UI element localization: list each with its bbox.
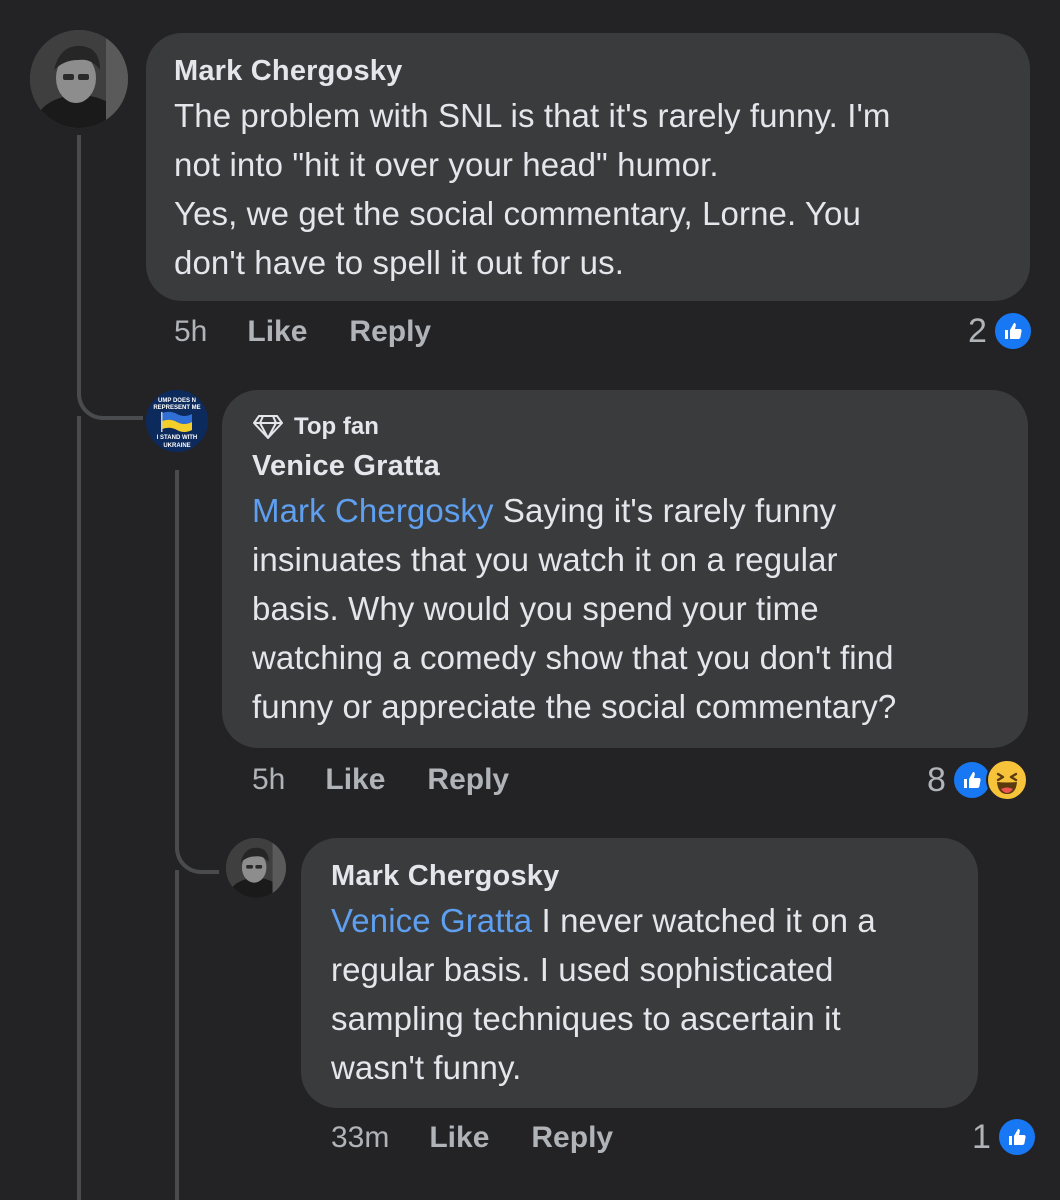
thread-connector: [77, 370, 143, 420]
comment-line: I never watched it on a: [541, 902, 876, 939]
comment-line: don't have to spell it out for us.: [174, 244, 624, 281]
comment-author[interactable]: Mark Chergosky: [174, 53, 1002, 89]
comment-text: Venice Gratta I never watched it on a re…: [331, 896, 948, 1092]
top-fan-label: Top fan: [294, 413, 379, 440]
comment-bubble: Mark Chergosky The problem with SNL is t…: [146, 33, 1030, 301]
comment-line: watching a comedy show that you don't fi…: [252, 639, 894, 676]
svg-text:UMP DOES N: UMP DOES N: [158, 398, 196, 404]
comment-line: sampling techniques to ascertain it: [331, 1000, 841, 1037]
profile-photo: [226, 838, 286, 898]
reaction-count: 2: [968, 311, 987, 350]
comment-timestamp[interactable]: 33m: [331, 1121, 389, 1155]
comment-text: Mark Chergosky Saying it's rarely funny …: [252, 486, 998, 731]
avatar[interactable]: [226, 838, 286, 898]
laughing-face-icon: [985, 759, 1028, 801]
reaction-count: 1: [972, 1117, 991, 1156]
comment-line: funny or appreciate the social commentar…: [252, 688, 897, 725]
comment-bubble: Top fan Venice Gratta Mark Chergosky Say…: [222, 390, 1028, 748]
reply-button[interactable]: Reply: [531, 1121, 613, 1155]
thread-line: [175, 870, 179, 1200]
comment-line: Saying it's rarely funny: [502, 492, 837, 529]
like-button[interactable]: Like: [325, 763, 385, 797]
svg-text:REPRESENT ME: REPRESENT ME: [153, 405, 200, 411]
thread-connector: [175, 836, 219, 874]
reply-button[interactable]: Reply: [349, 315, 431, 349]
reaction-summary[interactable]: 1: [972, 1117, 1037, 1157]
comment-actions: 5h Like Reply: [252, 763, 551, 797]
comment-line: Yes, we get the social commentary, Lorne…: [174, 195, 861, 232]
svg-text:I STAND WITH: I STAND WITH: [157, 435, 198, 441]
thread-line: [175, 470, 179, 850]
comment-timestamp[interactable]: 5h: [174, 315, 207, 349]
comment-line: insinuates that you watch it on a regula…: [252, 541, 838, 578]
comment-author[interactable]: Mark Chergosky: [331, 858, 948, 894]
like-button[interactable]: Like: [247, 315, 307, 349]
comment-line: wasn't funny.: [331, 1049, 522, 1086]
thread-line: [77, 135, 81, 375]
comment-line: regular basis. I used sophisticated: [331, 951, 834, 988]
like-button[interactable]: Like: [429, 1121, 489, 1155]
reaction-count: 8: [927, 760, 946, 799]
mention-link[interactable]: Mark Chergosky: [252, 492, 494, 529]
comment-timestamp[interactable]: 5h: [252, 763, 285, 797]
comment-actions: 5h Like Reply: [174, 315, 473, 349]
profile-photo: [30, 30, 128, 128]
avatar[interactable]: [30, 30, 128, 128]
comment-author[interactable]: Venice Gratta: [252, 448, 998, 484]
top-fan-badge: Top fan: [252, 412, 998, 442]
thumbs-up-icon: [996, 1117, 1037, 1157]
svg-text:UKRAINE: UKRAINE: [163, 443, 190, 449]
comment-line: basis. Why would you spend your time: [252, 590, 819, 627]
avatar[interactable]: UMP DOES N REPRESENT ME I STAND WITH UKR…: [146, 390, 208, 452]
comment-text: The problem with SNL is that it's rarely…: [174, 91, 1002, 287]
comment-line: not into "hit it over your head" humor.: [174, 146, 719, 183]
comment-actions: 33m Like Reply: [331, 1121, 655, 1155]
comment-bubble: Mark Chergosky Venice Gratta I never wat…: [301, 838, 978, 1108]
thumbs-up-icon: [992, 311, 1033, 351]
reply-button[interactable]: Reply: [427, 763, 509, 797]
thread-line: [77, 416, 81, 1200]
mention-link[interactable]: Venice Gratta: [331, 902, 532, 939]
diamond-icon: [253, 415, 283, 439]
profile-photo: UMP DOES N REPRESENT ME I STAND WITH UKR…: [146, 390, 208, 452]
comment-line: The problem with SNL is that it's rarely…: [174, 97, 891, 134]
reaction-summary[interactable]: 2: [968, 311, 1033, 351]
reaction-summary[interactable]: 8: [927, 759, 1028, 801]
comment-thread: Mark Chergosky The problem with SNL is t…: [0, 0, 1060, 1200]
